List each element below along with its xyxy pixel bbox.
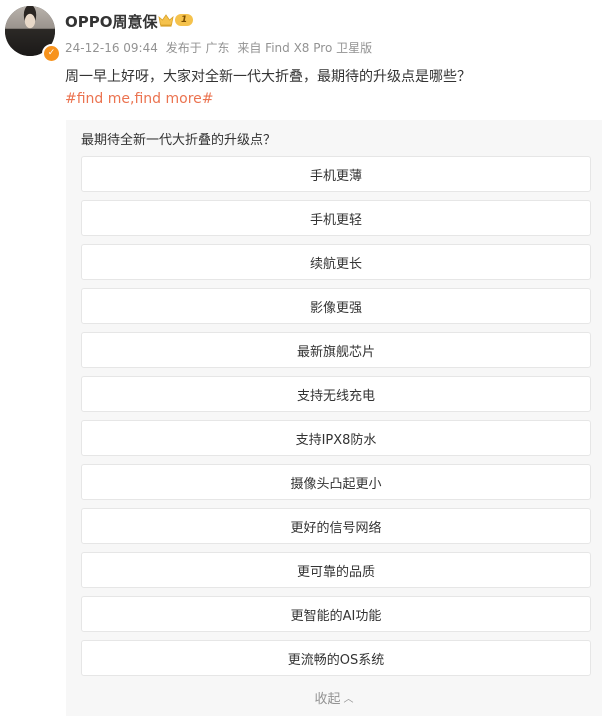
poll-option[interactable]: 支持无线充电 — [81, 376, 591, 412]
crown-icon — [158, 14, 174, 27]
post-text: 周一早上好呀，大家对全新一代大折叠，最期待的升级点是哪些？ — [65, 69, 471, 85]
verified-icon: ✓ — [42, 44, 61, 63]
poll-option[interactable]: 最新旗舰芯片 — [81, 332, 591, 368]
poll-option[interactable]: 更好的信号网络 — [81, 508, 591, 544]
poll-option[interactable]: 更可靠的品质 — [81, 552, 591, 588]
poll-option[interactable]: 手机更薄 — [81, 156, 591, 192]
poll-card: 最期待全新一代大折叠的升级点？ 手机更薄 手机更轻 续航更长 影像更强 最新旗舰… — [66, 120, 602, 716]
user-level-badge[interactable]: 1 — [158, 13, 194, 27]
collapse-button[interactable]: 收起 ︿ — [66, 688, 602, 707]
poll-option[interactable]: 影像更强 — [81, 288, 591, 324]
avatar[interactable]: ✓ — [5, 6, 61, 63]
hashtag-link[interactable]: #find me,find more# — [65, 91, 213, 107]
username[interactable]: OPPO周意保 — [65, 11, 158, 32]
chevron-up-icon: ︿ — [343, 694, 354, 705]
post-location: 发布于 广东 — [165, 41, 230, 55]
poll-option[interactable]: 摄像头凸起更小 — [81, 464, 591, 500]
poll-option[interactable]: 更智能的AI功能 — [81, 596, 591, 632]
post-meta: 24-12-16 09:44 发布于 广东 来自 Find X8 Pro 卫星版 — [65, 39, 376, 56]
poll-option[interactable]: 续航更长 — [81, 244, 591, 280]
post-source: 来自 Find X8 Pro 卫星版 — [237, 41, 373, 55]
poll-option[interactable]: 支持IPX8防水 — [81, 420, 591, 456]
badge-level: 1 — [175, 14, 194, 26]
poll-option[interactable]: 手机更轻 — [81, 200, 591, 236]
post-date[interactable]: 24-12-16 09:44 — [65, 41, 158, 55]
poll-options: 手机更薄 手机更轻 续航更长 影像更强 最新旗舰芯片 支持无线充电 支持IPX8… — [81, 156, 591, 684]
collapse-label: 收起 — [314, 692, 341, 707]
poll-title: 最期待全新一代大折叠的升级点？ — [81, 133, 277, 148]
poll-option[interactable]: 更流畅的OS系统 — [81, 640, 591, 676]
